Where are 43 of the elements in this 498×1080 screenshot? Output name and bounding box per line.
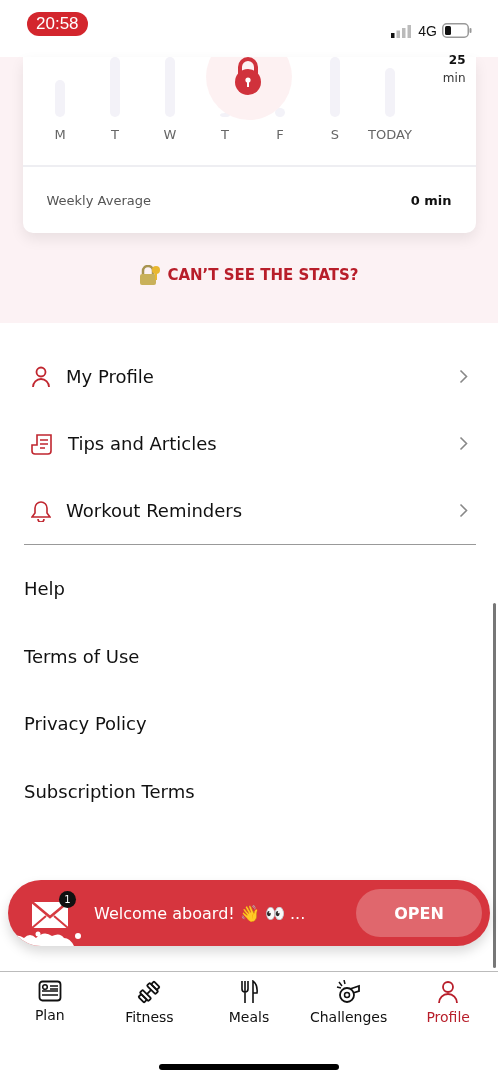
tab[interactable]: Fitness [101,980,197,1033]
menu-item[interactable]: My Profile [0,343,498,410]
day-label: T [111,127,119,142]
message-banner[interactable]: 1 Welcome aboard! 👋 👀 ... OPEN [8,880,490,946]
dumbbell-icon [137,980,162,1004]
stats-help-link[interactable]: CAN’T SEE THE STATS? [167,266,359,284]
person-icon [437,980,460,1004]
menu-item[interactable]: Workout Reminders [0,477,498,544]
summary-value: 0 min [410,192,452,208]
tab[interactable]: Meals [201,980,297,1033]
chevron-icon [459,503,468,518]
whistle-icon [335,980,362,1004]
person-icon [31,365,51,388]
chevron-icon [459,436,468,451]
message-preview: Welcome aboard! 👋 👀 ... [94,903,307,923]
summary-label: Weekly Average [46,192,151,208]
menu-item[interactable]: Tips and Articles [0,410,498,477]
day-label: F [276,127,284,142]
day-label: W [163,127,177,142]
day-label: T [221,127,229,142]
id-card-icon [37,980,62,1002]
settings-link[interactable]: Subscription Terms [24,757,474,825]
day-label: M [54,127,66,142]
bell-icon [31,499,51,522]
network-type: 4G [418,22,437,39]
signal-icon [391,23,414,38]
chevron-icon [459,369,468,384]
goal-value: 25 [448,53,466,67]
clock-time: 20:58 [27,11,88,36]
unread-badge: 1 [59,891,76,908]
tab[interactable]: Challenges [301,980,397,1033]
day-label: TODAY [368,127,412,142]
day-label: S [330,127,340,142]
tab[interactable]: Profile [400,980,496,1033]
settings-link[interactable]: Terms of Use [24,622,474,690]
battery-icon [442,23,472,38]
fork-knife-icon [239,980,259,1004]
padlock-key-icon [139,265,162,285]
goal-unit: min [442,71,466,85]
tab[interactable]: Plan [2,980,98,1033]
document-icon [31,432,53,455]
settings-link[interactable]: Help [24,555,474,623]
settings-link[interactable]: Privacy Policy [24,690,474,758]
